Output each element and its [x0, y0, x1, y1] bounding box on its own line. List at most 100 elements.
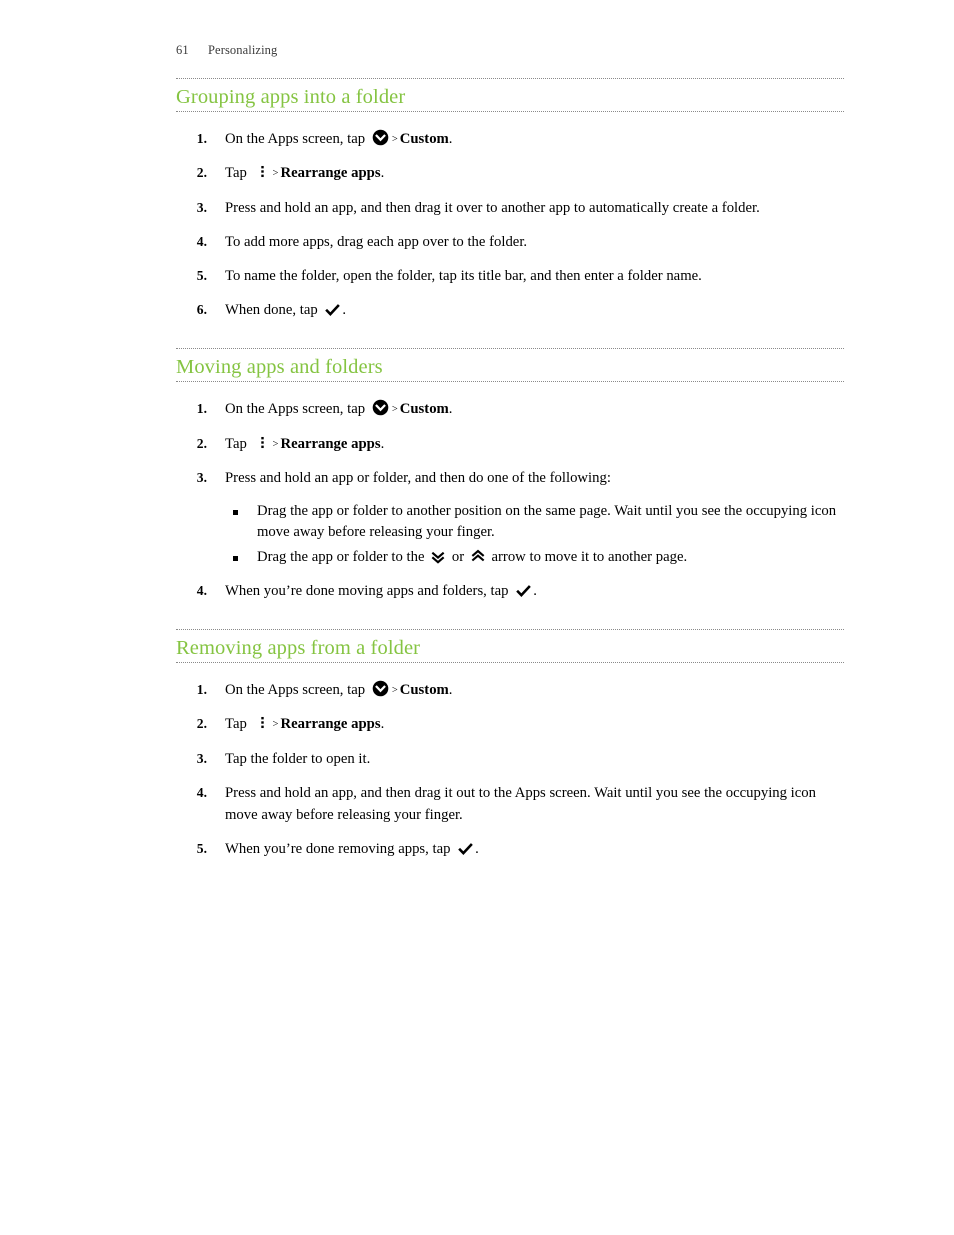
step-text: Drag the app or folder to another positi…: [257, 502, 837, 541]
emphasis-text: Custom: [399, 682, 449, 699]
step-item: 3. Press and hold an app, and then drag i…: [176, 198, 844, 220]
step-text: Press and hold an app, and then drag it …: [225, 199, 760, 216]
step-item: 3. Tap the folder to open it.: [176, 749, 844, 771]
step-text: .: [533, 583, 537, 600]
step-text: .: [448, 682, 453, 699]
step-number: 2.: [196, 165, 207, 181]
step-text: On the Apps screen, tap: [225, 131, 369, 148]
chapter-title: Personalizing: [208, 43, 278, 57]
step-number: 5.: [196, 268, 207, 284]
circle-chevron-down-icon: [372, 129, 389, 146]
steps-list: 1. On the Apps screen, tap > Custom. 2. Tap …: [176, 129, 844, 322]
step-number: 3.: [196, 750, 207, 766]
step-number: 1.: [196, 131, 207, 147]
step-body: When you’re done removing apps, tap .: [225, 841, 479, 857]
step-body: Tap the folder to open it.: [225, 751, 370, 767]
step-number: 1.: [196, 682, 207, 698]
kebab-menu-icon: [257, 714, 268, 731]
step-text: Tap the folder to open it.: [225, 750, 371, 767]
section-heading: Grouping apps into a folder: [176, 86, 406, 108]
step-item: 6. When done, tap .: [176, 300, 844, 322]
step-item: 2. Tap > Rearrange apps.: [176, 163, 844, 185]
section-heading: Removing apps from a folder: [176, 637, 421, 659]
step-text: On the Apps screen, tap: [225, 682, 369, 699]
steps-list: 1. On the Apps screen, tap > Custom. 2. Tap …: [176, 399, 844, 603]
breadcrumb-separator-icon: >: [272, 719, 279, 731]
sub-bullet-list: Drag the app or folder to another positi…: [225, 501, 844, 569]
step-text: On the Apps screen, tap: [225, 401, 369, 418]
step-number: 2.: [196, 435, 207, 451]
step-text: Press and hold an app, and then drag it …: [225, 784, 817, 823]
step-text: To add more apps, drag each app over to …: [225, 233, 528, 250]
section-grouping-apps-into-a-folder: Grouping apps into a folder 1. On the Apps…: [176, 78, 844, 322]
step-text: Tap: [225, 716, 251, 733]
step-number: 4.: [196, 233, 207, 249]
kebab-menu-icon: [257, 163, 268, 180]
step-item: 5. When you’re done removing apps, tap .: [176, 839, 844, 861]
step-body: When done, tap .: [225, 302, 346, 318]
step-body: Tap > Rearrange apps.: [225, 436, 384, 452]
step-body: On the Apps screen, tap > Custom.: [225, 399, 453, 418]
emphasis-text: Rearrange apps: [280, 435, 381, 452]
circle-chevron-down-icon: [372, 680, 389, 697]
check-icon: [515, 582, 532, 599]
step-number: 2.: [196, 716, 207, 732]
step-item: 3. Press and hold an app or folder, and t…: [176, 468, 844, 569]
step-number: 4.: [196, 784, 207, 800]
step-item: 2. Tap > Rearrange apps.: [176, 434, 844, 456]
section-removing-apps-from-a-folder: Removing apps from a folder 1. On the Apps…: [176, 629, 844, 861]
step-body: Tap > Rearrange apps.: [225, 716, 384, 732]
square-bullet-icon: [233, 556, 238, 561]
step-item: 4. To add more apps, drag each app over t…: [176, 232, 844, 254]
step-text: When done, tap: [225, 302, 322, 319]
bullet-item: Drag the app or folder to another positi…: [225, 501, 844, 545]
emphasis-text: Rearrange apps: [280, 165, 381, 182]
step-text: .: [380, 716, 385, 733]
document-content: Grouping apps into a folder 1. On the Apps…: [176, 78, 844, 887]
step-body: Tap > Rearrange apps.: [225, 165, 384, 181]
emphasis-text: Custom: [399, 401, 449, 418]
steps-list: 1. On the Apps screen, tap > Custom. 2. Tap …: [176, 680, 844, 861]
step-item: 4. Press and hold an app, and then drag i…: [176, 783, 844, 827]
section-heading-rule: Removing apps from a folder: [176, 629, 844, 664]
section-moving-apps-and-folders: Moving apps and folders 1. On the Apps scr…: [176, 348, 844, 603]
step-number: 3.: [196, 469, 207, 485]
emphasis-text: Custom: [399, 131, 449, 148]
double-chevron-up-icon: [470, 548, 486, 565]
step-text: arrow to move it to another page.: [487, 549, 688, 565]
step-item: 2. Tap > Rearrange apps.: [176, 714, 844, 736]
step-body: Press and hold an app, and then drag it …: [225, 785, 816, 823]
square-bullet-icon: [233, 509, 238, 515]
section-heading: Moving apps and folders: [176, 356, 383, 379]
circle-chevron-down-icon: [372, 399, 389, 416]
step-text: .: [380, 165, 385, 182]
step-body: To add more apps, drag each app over to …: [225, 234, 527, 250]
bullet-body: Drag the app or folder to another positi…: [257, 503, 836, 541]
check-icon: [457, 840, 474, 857]
step-number: 6.: [196, 302, 207, 318]
step-body: On the Apps screen, tap > Custom.: [225, 680, 453, 699]
step-text: .: [475, 840, 479, 857]
kebab-menu-icon: [257, 434, 268, 451]
check-icon: [324, 301, 341, 318]
step-text: .: [380, 435, 385, 452]
step-body: Press and hold an app, and then drag it …: [225, 200, 760, 216]
breadcrumb-separator-icon: >: [391, 404, 398, 416]
step-text: Tap: [225, 165, 251, 182]
document-page: 61 Personalizing Grouping apps into a fol…: [0, 0, 954, 1235]
step-text: Press and hold an app or folder, and the…: [225, 469, 611, 486]
running-header: 61 Personalizing: [176, 43, 277, 58]
step-text: or: [448, 549, 468, 565]
breadcrumb-separator-icon: >: [391, 134, 398, 146]
step-item: 1. On the Apps screen, tap > Custom.: [176, 129, 844, 151]
step-text: .: [448, 401, 453, 418]
step-item: 1. On the Apps screen, tap > Custom.: [176, 399, 844, 421]
breadcrumb-separator-icon: >: [272, 168, 279, 180]
step-number: 5.: [196, 840, 207, 856]
double-chevron-down-icon: [430, 548, 446, 565]
breadcrumb-separator-icon: >: [272, 438, 279, 450]
emphasis-text: Rearrange apps: [280, 716, 381, 733]
step-text: When you’re done moving apps and folders…: [225, 583, 513, 600]
step-number: 4.: [196, 583, 207, 599]
bullet-item: Drag the app or folder to the or arrow t…: [225, 547, 844, 569]
